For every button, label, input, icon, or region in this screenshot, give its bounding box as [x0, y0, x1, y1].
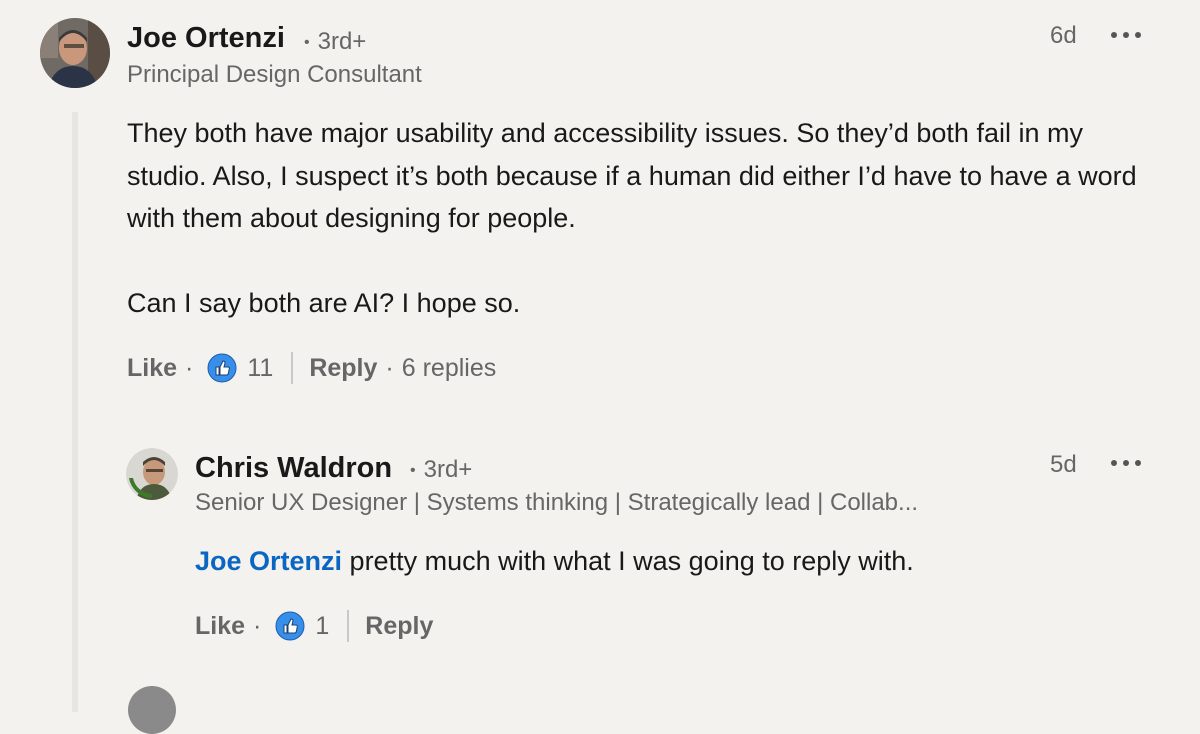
author-name[interactable]: Joe Ortenzi: [127, 22, 285, 55]
comment-actions: Like · 11 Reply · 6 replies: [127, 350, 496, 386]
like-button[interactable]: Like: [195, 612, 245, 641]
like-button[interactable]: Like: [127, 354, 177, 383]
thread-line: [72, 112, 78, 712]
separator-dot: ·: [253, 611, 262, 640]
author-headline: Senior UX Designer | Systems thinking | …: [195, 489, 919, 516]
more-options-icon[interactable]: [1111, 30, 1141, 40]
mention-link[interactable]: Joe Ortenzi: [195, 546, 342, 576]
comment-body: They both have major usability and acces…: [127, 112, 1167, 325]
replies-count-link[interactable]: 6 replies: [402, 354, 497, 383]
timestamp: 6d: [1050, 22, 1077, 49]
author-headline: Principal Design Consultant: [127, 61, 422, 88]
comment-paragraph: Can I say both are AI? I hope so.: [127, 288, 521, 318]
action-divider: [291, 352, 294, 384]
like-count[interactable]: 11: [247, 354, 273, 383]
avatar[interactable]: [126, 448, 178, 500]
comment-paragraph: They both have major usability and acces…: [127, 118, 1137, 233]
connection-degree: • 3rd+: [410, 456, 472, 484]
author-name[interactable]: Chris Waldron: [195, 452, 392, 485]
like-count[interactable]: 1: [315, 612, 329, 641]
like-reaction-icon[interactable]: [275, 611, 305, 641]
separator-dot: ·: [185, 353, 194, 382]
degree-label: 3rd+: [317, 28, 367, 55]
connection-degree: • 3rd+: [304, 28, 366, 56]
reply-button[interactable]: Reply: [309, 354, 377, 383]
reply-body: Joe Ortenzi pretty much with what I was …: [195, 540, 1155, 583]
reply-actions: Like · 1 Reply: [195, 608, 433, 644]
reply-button[interactable]: Reply: [365, 612, 433, 641]
separator-dot: ·: [385, 353, 394, 382]
action-divider: [347, 610, 350, 642]
degree-separator: •: [410, 461, 416, 479]
degree-label: 3rd+: [423, 456, 473, 483]
like-reaction-icon[interactable]: [207, 353, 237, 383]
reply-text: pretty much with what I was going to rep…: [342, 546, 914, 576]
more-options-icon[interactable]: [1111, 458, 1141, 468]
timestamp: 5d: [1050, 451, 1077, 478]
degree-separator: •: [304, 33, 310, 51]
avatar[interactable]: [40, 18, 110, 88]
next-comment-avatar[interactable]: [128, 686, 176, 734]
